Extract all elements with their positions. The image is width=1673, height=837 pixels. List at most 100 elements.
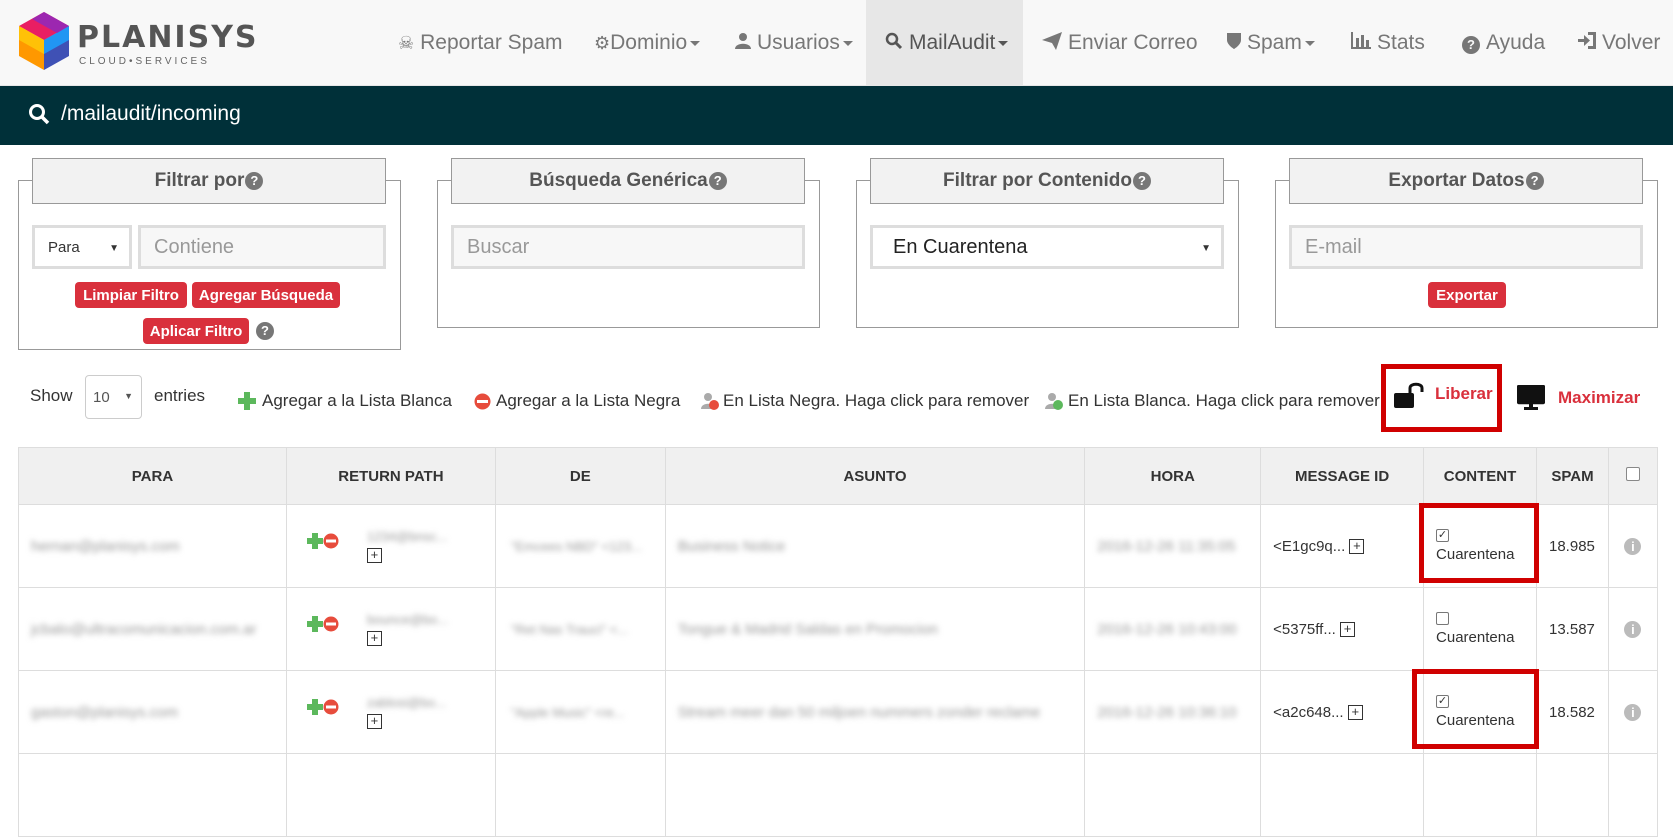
table-row: hernan@planisys.com 1234@bnsc... + "Emce… xyxy=(18,503,1659,588)
expand-icon[interactable]: + xyxy=(1347,705,1363,721)
whitelist-add-button[interactable] xyxy=(306,616,323,632)
clear-filter-button[interactable]: Limpiar Filtro xyxy=(75,282,187,308)
brand-name: PLANISYS xyxy=(77,20,259,55)
current-path: /mailaudit/incoming xyxy=(61,102,241,125)
nav-enviar-correo[interactable]: Enviar Correo xyxy=(1042,0,1198,86)
table-row: jcbalo@ultracomunicacion.com.ar bounce@b… xyxy=(18,587,1659,671)
hora-cell: 2016-12-26 11:35:05 xyxy=(1097,537,1236,555)
chevron-down-icon xyxy=(842,40,853,46)
para-cell: gaston@planisys.com xyxy=(31,703,178,721)
search-icon xyxy=(885,32,903,55)
blacklist-add-button[interactable] xyxy=(323,533,339,549)
de-cell: "Ret Nas Trauci" <... xyxy=(510,621,629,637)
content-checkbox[interactable] xyxy=(1436,612,1450,625)
col-header-asunto[interactable]: ASUNTO xyxy=(664,447,1086,505)
add-search-button[interactable]: Agregar Búsqueda xyxy=(192,282,340,308)
filter-contains-input[interactable]: Contiene xyxy=(138,225,386,269)
sign-in-icon xyxy=(1578,32,1596,54)
user-icon xyxy=(735,32,751,54)
nav-dominio[interactable]: ⚙ Dominio xyxy=(594,0,701,86)
return-path-value: bounce@bo... xyxy=(366,612,449,627)
nav-ayuda[interactable]: ? Ayuda xyxy=(1462,0,1545,86)
expand-icon[interactable]: + xyxy=(366,548,382,563)
export-panel-title: Exportar Datos? xyxy=(1289,158,1643,204)
content-filter-select[interactable]: En Cuarentena ▼ xyxy=(870,225,1224,269)
whitelist-add-legend: Agregar a la Lista Blanca xyxy=(262,391,452,410)
info-icon[interactable]: i xyxy=(1624,537,1642,555)
release-button[interactable]: Liberar xyxy=(1394,380,1493,408)
dropdown-arrow-icon: ▼ xyxy=(1201,243,1211,254)
expand-icon[interactable]: + xyxy=(1340,622,1355,638)
col-header-para[interactable]: PARA xyxy=(18,447,287,505)
blacklist-add-button[interactable] xyxy=(323,699,339,715)
gear-icon: ⚙ xyxy=(594,32,611,53)
asunto-cell: Tongue & Madrid Saldas en Promocion xyxy=(677,620,938,638)
table-header-row: PARA RETURN PATH DE ASUNTO HORA MESSAGE … xyxy=(18,447,1659,505)
col-header-content[interactable]: CONTENT xyxy=(1423,447,1537,505)
message-id-cell: <5375ff... xyxy=(1273,620,1336,638)
filter-panel-title: Filtrar por? xyxy=(32,158,386,204)
in-blacklist-legend: En Lista Negra. Haga click para remover xyxy=(723,391,1030,410)
return-path-value: 1234@bnsc... xyxy=(366,529,448,544)
spam-score: 13.587 xyxy=(1549,620,1595,638)
filter-field-select[interactable]: Para ▼ xyxy=(32,225,132,269)
content-highlight-box xyxy=(1412,669,1540,749)
show-label: Show xyxy=(30,386,73,405)
blacklist-add-button[interactable] xyxy=(323,616,339,632)
help-icon[interactable]: ? xyxy=(1525,172,1544,190)
asunto-cell: Business Notice xyxy=(677,537,786,555)
export-email-input[interactable]: E-mail xyxy=(1289,225,1643,269)
expand-icon[interactable]: + xyxy=(366,714,382,729)
entries-label: entries xyxy=(154,386,206,405)
help-icon: ? xyxy=(1462,33,1480,54)
brand-tagline: CLOUD•SERVICES xyxy=(79,56,210,67)
nav-spam[interactable]: Spam xyxy=(1227,0,1315,86)
user-blacklisted-icon xyxy=(701,393,719,410)
expand-icon[interactable]: + xyxy=(1349,539,1365,555)
user-whitelisted-icon xyxy=(1045,393,1063,410)
select-all-checkbox[interactable] xyxy=(1625,467,1640,481)
col-header-return-path[interactable]: RETURN PATH xyxy=(285,447,496,505)
brand-logo[interactable]: PLANISYS CLOUD•SERVICES xyxy=(17,10,257,74)
shield-icon xyxy=(1227,32,1241,54)
mail-table: PARA RETURN PATH DE ASUNTO HORA MESSAGE … xyxy=(18,447,1659,837)
nav-usuarios[interactable]: Usuarios xyxy=(735,0,853,86)
content-status: Cuarentena xyxy=(1436,629,1515,646)
help-icon[interactable]: ? xyxy=(245,172,264,190)
col-header-hora[interactable]: HORA xyxy=(1084,447,1262,505)
cube-logo-icon xyxy=(19,12,69,70)
para-cell: jcbalo@ultracomunicacion.com.ar xyxy=(31,620,257,638)
plus-green-icon xyxy=(238,392,256,410)
nav-mailaudit[interactable]: MailAudit xyxy=(866,0,1023,86)
info-icon[interactable]: i xyxy=(1624,620,1642,638)
nav-volver[interactable]: Volver xyxy=(1578,0,1660,86)
nav-reportar-spam[interactable]: ☠ Reportar Spam xyxy=(398,0,563,86)
content-filter-title: Filtrar por Contenido? xyxy=(870,158,1224,204)
help-icon[interactable]: ? xyxy=(708,172,727,190)
para-cell: hernan@planisys.com xyxy=(31,537,180,555)
col-header-message-id[interactable]: MESSAGE ID xyxy=(1260,447,1425,505)
info-icon[interactable]: i xyxy=(1624,703,1642,721)
de-cell: "Apple Music" <re... xyxy=(510,704,625,720)
whitelist-add-button[interactable] xyxy=(306,533,323,549)
message-id-cell: <a2c648... xyxy=(1273,703,1344,721)
path-bar: /mailaudit/incoming xyxy=(0,86,1673,145)
nav-stats[interactable]: Stats xyxy=(1351,0,1425,86)
generic-search-input[interactable]: Buscar xyxy=(451,225,805,269)
help-icon[interactable]: ? xyxy=(256,322,274,340)
spam-score: 18.582 xyxy=(1549,703,1595,721)
col-header-de[interactable]: DE xyxy=(494,447,666,505)
entries-select[interactable]: 10 ▼ xyxy=(85,375,142,419)
export-button[interactable]: Exportar xyxy=(1428,282,1506,308)
whitelist-add-button[interactable] xyxy=(306,699,323,715)
de-cell: "Emcees NBD" <123... xyxy=(510,538,642,554)
maximize-button[interactable]: Maximizar xyxy=(1517,385,1640,411)
blacklist-add-legend: Agregar a la Lista Negra xyxy=(496,391,681,410)
col-header-spam[interactable]: SPAM xyxy=(1536,447,1609,505)
expand-icon[interactable]: + xyxy=(366,631,382,646)
help-icon[interactable]: ? xyxy=(1132,172,1151,190)
hora-cell: 2016-12-26 10:43:00 xyxy=(1097,620,1237,638)
select-all-cell xyxy=(1607,447,1659,505)
bar-chart-icon xyxy=(1351,32,1371,54)
apply-filter-button[interactable]: Aplicar Filtro xyxy=(143,318,249,344)
